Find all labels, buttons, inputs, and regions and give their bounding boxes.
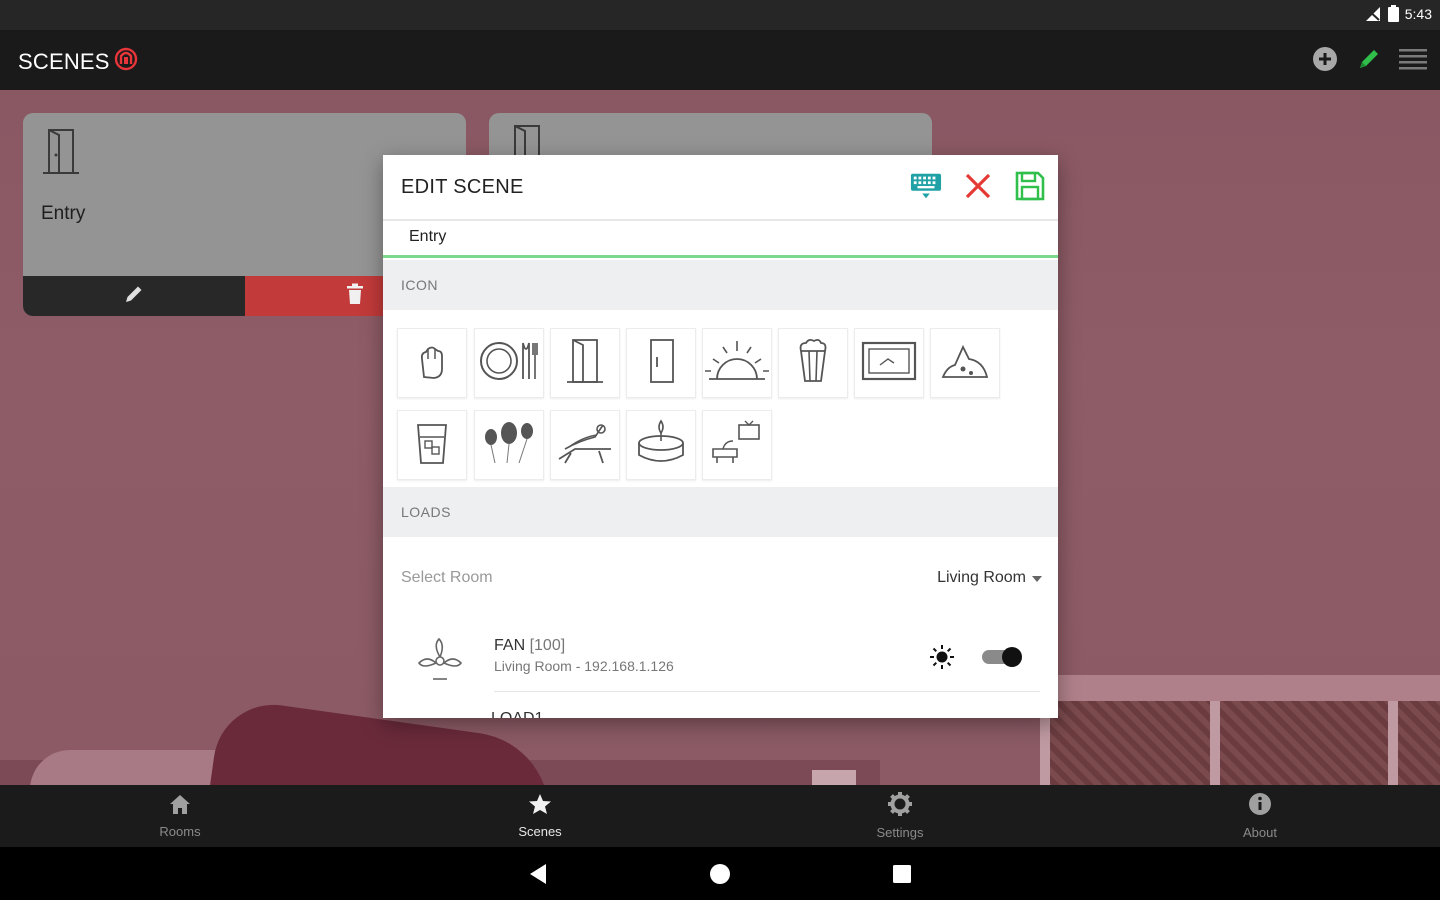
loads-section-label: LOADS <box>401 504 451 520</box>
door-icon <box>39 127 83 180</box>
sunrise-icon <box>703 337 771 390</box>
signal-icon <box>1364 6 1382 22</box>
tv-sofa-icon <box>709 419 765 472</box>
dining-icon <box>477 337 541 390</box>
gear-icon <box>888 792 912 821</box>
hand-icon <box>408 337 456 390</box>
scene-name-input[interactable] <box>409 223 1029 251</box>
nav-settings[interactable]: Settings <box>720 785 1080 847</box>
home-icon <box>168 793 192 820</box>
page-title: SCENES <box>18 49 110 74</box>
icon-option-candle[interactable] <box>626 410 696 480</box>
input-underline <box>383 255 1058 258</box>
scene-edit-button[interactable] <box>23 276 245 316</box>
home-button-icon[interactable] <box>707 861 733 887</box>
nav-label: Scenes <box>518 824 562 839</box>
nav-label: Settings <box>876 825 924 840</box>
bottom-navigation: Rooms Scenes Settings About <box>0 785 1440 847</box>
nav-label: About <box>1243 825 1277 840</box>
dialog-header: EDIT SCENE <box>383 155 1058 219</box>
candle-icon <box>635 419 687 472</box>
add-icon[interactable] <box>1310 44 1340 74</box>
icon-option-dining[interactable] <box>474 328 544 398</box>
icon-section-header: ICON <box>383 260 1058 310</box>
lounge-chair-icon <box>555 419 615 472</box>
load-name: FAN <box>494 637 526 654</box>
room-dropdown[interactable]: Living Room <box>937 569 1042 587</box>
status-icons: 5:43 <box>1364 5 1432 22</box>
door-closed-icon <box>639 337 683 390</box>
load-name: LOAD1 <box>491 710 543 718</box>
mountain-icon <box>939 337 991 390</box>
recents-icon[interactable] <box>889 861 915 887</box>
save-icon[interactable] <box>1014 170 1046 202</box>
dialog-title: EDIT SCENE <box>401 176 524 198</box>
balloons-icon <box>481 419 537 472</box>
loads-section-header: LOADS <box>383 487 1058 537</box>
nav-scenes[interactable]: Scenes <box>360 785 720 847</box>
edit-scene-dialog: EDIT SCENE ICON <box>383 155 1058 718</box>
icon-option-sunrise[interactable] <box>702 328 772 398</box>
brand-logo-icon <box>114 47 138 77</box>
select-room-label: Select Room <box>401 569 493 586</box>
icon-option-tv-sofa[interactable] <box>702 410 772 480</box>
icon-option-mountain[interactable] <box>930 328 1000 398</box>
icon-option-glass[interactable] <box>397 410 467 480</box>
trash-icon <box>346 283 364 310</box>
fan-icon <box>415 635 465 686</box>
popcorn-icon <box>793 337 833 390</box>
load-title: FAN [100] <box>494 637 565 655</box>
nav-rooms[interactable]: Rooms <box>0 785 360 847</box>
icon-option-balloons[interactable] <box>474 410 544 480</box>
icon-section-label: ICON <box>401 277 438 293</box>
icon-option-door-closed[interactable] <box>626 328 696 398</box>
load-id: [100] <box>529 637 566 654</box>
icon-option-lounge-chair[interactable] <box>550 410 620 480</box>
icon-option-popcorn[interactable] <box>778 328 848 398</box>
keyboard-icon[interactable] <box>910 170 942 202</box>
info-icon <box>1248 792 1272 821</box>
app-actions <box>1310 44 1428 74</box>
close-icon[interactable] <box>962 170 994 202</box>
status-time: 5:43 <box>1404 5 1432 22</box>
edit-pencil-icon[interactable] <box>1354 44 1384 74</box>
glass-icon <box>412 419 452 472</box>
brightness-icon[interactable] <box>928 643 956 676</box>
dialog-actions <box>910 170 1046 202</box>
door-open-icon <box>563 337 607 390</box>
load-detail: Living Room - 192.168.1.126 <box>494 658 674 674</box>
nav-label: Rooms <box>159 824 201 839</box>
picture-frame-icon <box>860 337 918 390</box>
system-navigation-bar <box>0 847 1440 900</box>
load-item: FAN [100] Living Room - 192.168.1.126 <box>383 625 1058 693</box>
app-bar: SCENES <box>0 30 1440 90</box>
back-icon[interactable] <box>525 861 551 887</box>
room-selector-row: Select Room Living Room <box>383 555 1058 601</box>
icon-option-picture-frame[interactable] <box>854 328 924 398</box>
app-title: SCENES <box>18 47 138 77</box>
dropdown-arrow-icon <box>1032 569 1042 587</box>
load-toggle-switch[interactable] <box>980 646 1024 668</box>
status-bar: 5:43 <box>0 0 1440 30</box>
star-icon <box>528 793 552 820</box>
room-dropdown-value: Living Room <box>937 569 1026 586</box>
icon-option-door-open[interactable] <box>550 328 620 398</box>
scene-card-name: Entry <box>41 203 86 224</box>
battery-icon <box>1387 5 1399 22</box>
menu-icon[interactable] <box>1398 44 1428 74</box>
pencil-icon <box>123 283 145 310</box>
icon-option-hand[interactable] <box>397 328 467 398</box>
nav-about[interactable]: About <box>1080 785 1440 847</box>
load-divider <box>494 691 1040 692</box>
